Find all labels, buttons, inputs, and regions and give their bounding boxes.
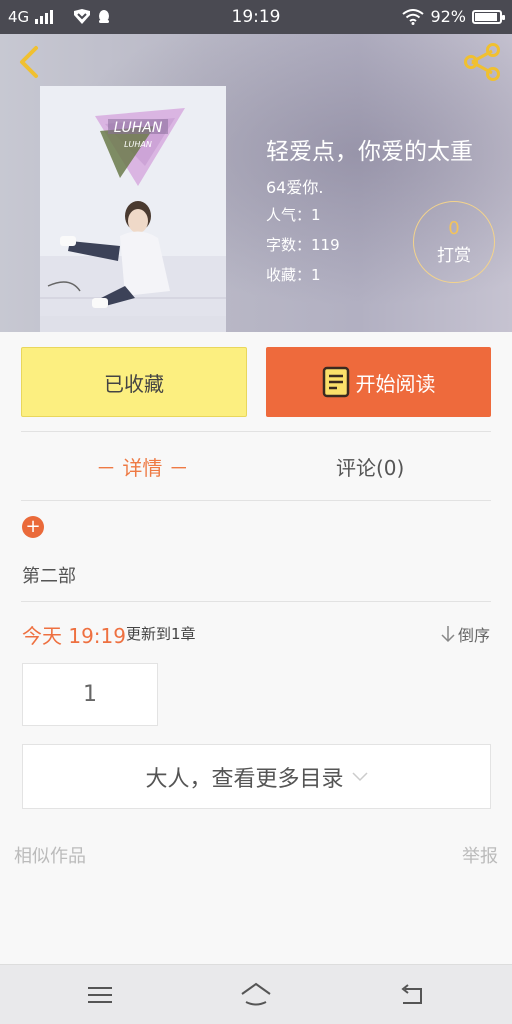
chapter-item[interactable]: 1 — [22, 663, 158, 726]
start-reading-button[interactable]: 开始阅读 — [266, 347, 491, 417]
menu-icon[interactable] — [83, 979, 117, 1011]
word-count-stat: 字数：119 — [266, 236, 340, 254]
similar-works-label: 相似作品 — [14, 846, 86, 867]
back-arrow-icon[interactable] — [12, 44, 48, 80]
tab-details[interactable]: － 详情 － — [96, 452, 189, 481]
cover-text-1: LUHAN — [114, 120, 163, 136]
book-title: 轻爱点，你爱的太重 — [266, 139, 473, 165]
volume-name: 第二部 — [22, 566, 76, 587]
cover-text-2: LUHAN — [124, 140, 152, 149]
return-icon[interactable] — [395, 979, 429, 1011]
chapter-number: 1 — [83, 682, 97, 707]
update-info: 今天 19:19 更新到1章 倒序 — [22, 620, 492, 648]
favorited-label: 已收藏 — [104, 371, 164, 396]
tip-button[interactable]: 0 打赏 — [413, 201, 495, 283]
update-note: 更新到1章 — [126, 625, 196, 643]
divider — [21, 601, 491, 602]
cover-illustration: LUHAN LUHAN — [40, 86, 226, 332]
more-catalog-label: 大人，查看更多目录 — [145, 766, 344, 792]
book-icon — [322, 366, 349, 398]
start-reading-label: 开始阅读 — [355, 371, 436, 396]
favorited-button[interactable]: 已收藏 — [21, 347, 247, 417]
status-right: 92% — [402, 7, 505, 26]
divider — [21, 500, 491, 501]
sort-order-label: 倒序 — [457, 626, 490, 645]
add-icon[interactable]: + — [22, 516, 44, 538]
book-header: LUHAN LUHAN 轻爱点，你爱的太重 64爱你. 人气：1 字数：119 … — [0, 34, 512, 332]
tab-comments[interactable]: 评论(0) — [336, 452, 404, 481]
arrow-down-icon — [441, 626, 455, 643]
wifi-icon — [402, 8, 425, 25]
book-cover[interactable]: LUHAN LUHAN — [40, 86, 226, 332]
home-icon[interactable] — [239, 979, 273, 1011]
update-date: 今天 19:19 — [22, 624, 126, 648]
chevron-down-icon — [351, 771, 368, 781]
system-nav-bar — [0, 964, 512, 1024]
divider — [21, 431, 491, 432]
sort-order-button[interactable]: 倒序 — [441, 622, 490, 646]
more-catalog-button[interactable]: 大人，查看更多目录 — [22, 744, 491, 809]
book-author[interactable]: 64爱你. — [266, 174, 323, 198]
report-link[interactable]: 举报 — [462, 842, 498, 868]
battery-icon — [472, 9, 505, 24]
popularity-stat: 人气：1 — [266, 206, 321, 224]
favorites-stat: 收藏：1 — [266, 266, 321, 284]
tip-label: 打赏 — [437, 246, 471, 266]
share-icon[interactable] — [462, 42, 502, 82]
status-bar: 4G 19:19 92% — [0, 0, 512, 34]
tip-count: 0 — [448, 218, 460, 239]
battery-percent: 92% — [430, 7, 466, 26]
